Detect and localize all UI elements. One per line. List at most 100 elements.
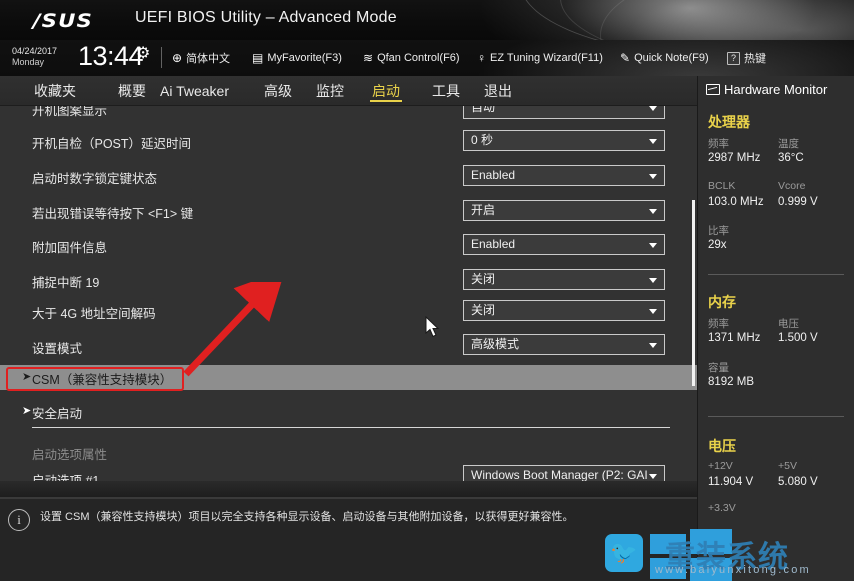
chevron-down-icon	[649, 174, 657, 179]
chevron-down-icon	[649, 209, 657, 214]
setting-dropdown-3[interactable]: 开启	[463, 200, 665, 221]
setting-label-8[interactable]: 安全启动	[32, 403, 82, 422]
setting-dropdown-10[interactable]: Windows Boot Manager (P2: GAI	[463, 465, 665, 481]
toolbar-item-label: 简体中文	[186, 53, 231, 65]
hwm-key-1-0: 频率	[708, 318, 729, 330]
monitor-icon	[706, 84, 720, 95]
chevron-down-icon	[649, 309, 657, 314]
toolbar-item-label: MyFavorite(F3)	[267, 52, 342, 64]
date-block: 04/24/2017 Monday	[12, 46, 57, 68]
hwm-value-0-0: 2987 MHz	[708, 152, 761, 164]
submenu-arrow-icon: ➤	[22, 405, 32, 417]
toolbar-item-label: Qfan Control(F6)	[377, 52, 460, 64]
note-icon: ✎	[620, 51, 631, 65]
info-tool-bar: 04/24/2017 Monday 13:44 ⚙ ⊕ 简体中文 ▤ MyFavori…	[0, 40, 854, 76]
dropdown-value: 关闭	[471, 303, 496, 317]
clock-display: 13:44	[78, 41, 144, 71]
tab-0[interactable]: 收藏夹	[32, 80, 78, 102]
favorite-icon: ▤	[252, 51, 264, 65]
setting-dropdown-6[interactable]: 关闭	[463, 300, 665, 321]
hwm-value-1-1: 1.500 V	[778, 332, 818, 344]
toolbar-item-1[interactable]: ▤ MyFavorite(F3)	[252, 49, 342, 67]
setting-label-1[interactable]: 开机自检（POST）延迟时间	[32, 133, 191, 152]
setting-label-5[interactable]: 捕捉中断 19	[32, 272, 99, 291]
tab-3[interactable]: 高级	[262, 80, 294, 102]
hwm-key-0-3: Vcore	[778, 180, 806, 192]
setting-dropdown-7[interactable]: 高级模式	[463, 334, 665, 355]
hwm-value-1-2: 8192 MB	[708, 376, 755, 388]
gear-icon[interactable]: ⚙	[136, 46, 150, 62]
setting-label-6[interactable]: 大于 4G 地址空间解码	[32, 303, 156, 322]
setting-label-10[interactable]: 启动选项 #1	[32, 470, 99, 481]
dropdown-value: 开启	[471, 203, 496, 217]
chevron-down-icon	[649, 243, 657, 248]
hardware-monitor-panel: Hardware Monitor 处理器 频率 2987 MHz 温度 36°C BCLK…	[697, 76, 854, 581]
tab-2[interactable]: Ai Tweaker	[158, 80, 231, 102]
hardware-monitor-title: Hardware Monitor	[706, 82, 827, 97]
chevron-down-icon	[649, 106, 657, 111]
toolbar-item-label: 热键	[744, 53, 767, 65]
tab-5[interactable]: 启动	[370, 80, 402, 102]
dropdown-value: Enabled	[471, 168, 516, 182]
toolbar-item-3[interactable]: ♀ EZ Tuning Wizard(F11)	[477, 49, 603, 67]
section-divider	[32, 427, 670, 428]
bios-screen: /SUS UEFI BIOS Utility – Advanced Mode 0…	[0, 0, 854, 581]
selected-row-label: CSM（兼容性支持模块）	[32, 373, 173, 387]
hwm-value-0-2: 103.0 MHz	[708, 196, 764, 208]
dropdown-value: 0 秒	[471, 133, 494, 147]
hwm-value-2-1: 5.080 V	[778, 476, 818, 488]
hwm-key-1-1: 电压	[778, 318, 799, 330]
dropdown-value: 自动	[471, 106, 496, 114]
toolbar-item-label: Quick Note(F9)	[634, 52, 709, 64]
hwm-value-0-4: 29x	[708, 239, 727, 251]
hwm-key-0-2: BCLK	[708, 180, 736, 192]
tab-4[interactable]: 监控	[314, 80, 346, 102]
hwm-divider	[708, 416, 844, 417]
setting-label-7[interactable]: 设置模式	[32, 338, 82, 357]
hwm-divider	[708, 274, 844, 275]
setting-label-9[interactable]: 启动选项属性	[32, 444, 107, 463]
setting-dropdown-4[interactable]: Enabled	[463, 234, 665, 255]
asus-logo: /SUS	[32, 10, 93, 32]
toolbar-item-2[interactable]: ≋ Qfan Control(F6)	[363, 49, 460, 67]
dropdown-value: Enabled	[471, 237, 516, 251]
tab-6[interactable]: 工具	[430, 80, 462, 102]
hwm-value-0-1: 36°C	[778, 152, 804, 164]
decorative-swoosh	[520, 0, 854, 40]
tab-7[interactable]: 退出	[482, 80, 514, 102]
setting-label-2[interactable]: 启动时数字锁定键状态	[32, 168, 157, 187]
chevron-down-icon	[649, 139, 657, 144]
dropdown-value: Windows Boot Manager (P2: GAI	[471, 468, 648, 481]
scrollbar-thumb[interactable]	[692, 200, 695, 386]
hwm-value-0-3: 0.999 V	[778, 196, 818, 208]
status-bar: i 设置 CSM（兼容性支持模块）项目以完全支持各种显示设备、启动设备与其他附加…	[0, 497, 697, 581]
qfan-icon: ≋	[363, 51, 374, 65]
chevron-down-icon	[649, 278, 657, 283]
bulb-icon: ♀	[477, 51, 486, 65]
chevron-down-icon	[649, 343, 657, 348]
toolbar-item-4[interactable]: ✎ Quick Note(F9)	[620, 49, 709, 67]
setting-label-3[interactable]: 若出现错误等待按下 <F1> 键	[32, 203, 193, 222]
setting-dropdown-0[interactable]: 自动	[463, 106, 665, 119]
hwm-section-title-2: 电压	[708, 438, 736, 454]
setting-dropdown-5[interactable]: 关闭	[463, 269, 665, 290]
toolbar-item-0[interactable]: ⊕ 简体中文	[172, 49, 230, 67]
hwm-key-2-1: +5V	[778, 460, 797, 472]
tab-1[interactable]: 概要	[116, 80, 148, 102]
toolbar-item-5[interactable]: ? 热键	[727, 49, 766, 67]
dropdown-value: 关闭	[471, 272, 496, 286]
setting-dropdown-2[interactable]: Enabled	[463, 165, 665, 186]
submenu-arrow-icon: ➤	[22, 371, 32, 383]
toolbar-item-label: EZ Tuning Wizard(F11)	[490, 52, 603, 64]
day-of-week-text: Monday	[12, 57, 45, 67]
decorative-swoosh	[600, 0, 854, 40]
hwm-key-1-2: 容量	[708, 362, 729, 374]
decorative-swoosh	[560, 0, 854, 40]
panel-bottom-edge	[0, 481, 697, 497]
setting-dropdown-1[interactable]: 0 秒	[463, 130, 665, 151]
hwm-key-0-4: 比率	[708, 225, 729, 237]
date-text: 04/24/2017	[12, 46, 58, 56]
setting-label-0[interactable]: 开机图案显示	[32, 106, 107, 119]
setting-label-4[interactable]: 附加固件信息	[32, 237, 107, 256]
divider	[161, 47, 162, 68]
